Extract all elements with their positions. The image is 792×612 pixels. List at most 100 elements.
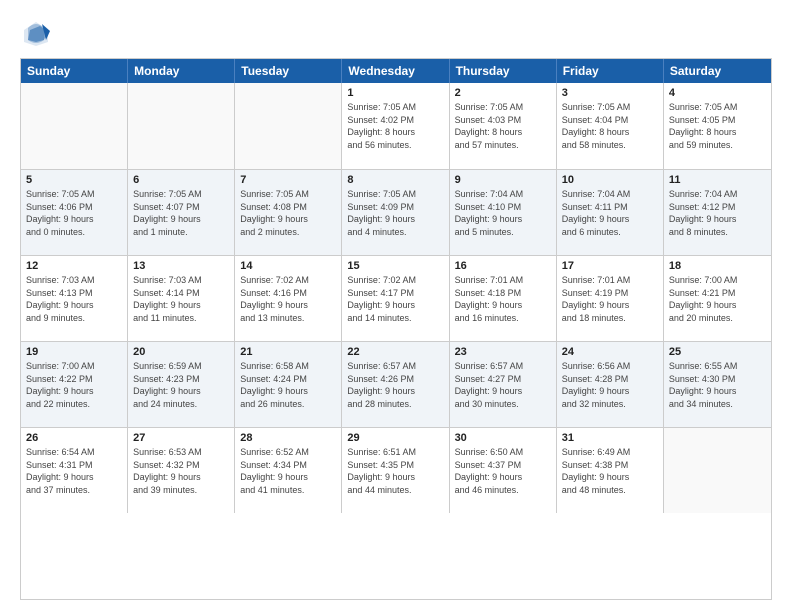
day-number: 3 <box>562 87 658 99</box>
day-number: 31 <box>562 432 658 444</box>
day-header-monday: Monday <box>128 59 235 83</box>
day-number: 8 <box>347 174 443 186</box>
day-cell-22: 22 Sunrise: 6:57 AM Sunset: 4:26 PM Dayli… <box>342 342 449 427</box>
day-header-friday: Friday <box>557 59 664 83</box>
day-cell-25: 25 Sunrise: 6:55 AM Sunset: 4:30 PM Dayli… <box>664 342 771 427</box>
day-cell-9: 9Sunrise: 7:04 AM Sunset: 4:10 PM Daylig… <box>450 170 557 255</box>
empty-cell-0-2 <box>235 83 342 169</box>
day-info: Sunrise: 7:04 AM Sunset: 4:11 PM Dayligh… <box>562 188 658 238</box>
day-info: Sunrise: 7:05 AM Sunset: 4:07 PM Dayligh… <box>133 188 229 238</box>
day-number: 19 <box>26 346 122 358</box>
day-info: Sunrise: 7:01 AM Sunset: 4:19 PM Dayligh… <box>562 274 658 324</box>
day-number: 15 <box>347 260 443 272</box>
day-number: 17 <box>562 260 658 272</box>
day-header-wednesday: Wednesday <box>342 59 449 83</box>
day-number: 4 <box>669 87 766 99</box>
day-info: Sunrise: 7:05 AM Sunset: 4:03 PM Dayligh… <box>455 101 551 151</box>
week-row-4: 26 Sunrise: 6:54 AM Sunset: 4:31 PM Dayli… <box>21 427 771 513</box>
day-info: Sunrise: 7:00 AM Sunset: 4:22 PM Dayligh… <box>26 360 122 410</box>
day-cell-23: 23 Sunrise: 6:57 AM Sunset: 4:27 PM Dayli… <box>450 342 557 427</box>
day-info: Sunrise: 7:05 AM Sunset: 4:06 PM Dayligh… <box>26 188 122 238</box>
day-number: 26 <box>26 432 122 444</box>
day-info: Sunrise: 7:05 AM Sunset: 4:08 PM Dayligh… <box>240 188 336 238</box>
day-info: Sunrise: 6:52 AM Sunset: 4:34 PM Dayligh… <box>240 446 336 496</box>
day-info: Sunrise: 7:02 AM Sunset: 4:17 PM Dayligh… <box>347 274 443 324</box>
day-number: 13 <box>133 260 229 272</box>
day-cell-14: 14 Sunrise: 7:02 AM Sunset: 4:16 PM Dayli… <box>235 256 342 341</box>
day-cell-8: 8 Sunrise: 7:05 AM Sunset: 4:09 PM Daylig… <box>342 170 449 255</box>
day-number: 14 <box>240 260 336 272</box>
day-cell-7: 7 Sunrise: 7:05 AM Sunset: 4:08 PM Daylig… <box>235 170 342 255</box>
day-info: Sunrise: 6:57 AM Sunset: 4:26 PM Dayligh… <box>347 360 443 410</box>
day-cell-12: 12Sunrise: 7:03 AM Sunset: 4:13 PM Dayli… <box>21 256 128 341</box>
day-cell-3: 3Sunrise: 7:05 AM Sunset: 4:04 PM Daylig… <box>557 83 664 169</box>
day-number: 21 <box>240 346 336 358</box>
day-number: 16 <box>455 260 551 272</box>
day-number: 23 <box>455 346 551 358</box>
day-cell-1: 1 Sunrise: 7:05 AM Sunset: 4:02 PM Daylig… <box>342 83 449 169</box>
day-cell-20: 20 Sunrise: 6:59 AM Sunset: 4:23 PM Dayli… <box>128 342 235 427</box>
day-cell-4: 4Sunrise: 7:05 AM Sunset: 4:05 PM Daylig… <box>664 83 771 169</box>
logo <box>20 18 58 50</box>
day-number: 6 <box>133 174 229 186</box>
day-cell-11: 11 Sunrise: 7:04 AM Sunset: 4:12 PM Dayli… <box>664 170 771 255</box>
day-number: 22 <box>347 346 443 358</box>
day-number: 25 <box>669 346 766 358</box>
day-info: Sunrise: 7:00 AM Sunset: 4:21 PM Dayligh… <box>669 274 766 324</box>
calendar-header: SundayMondayTuesdayWednesdayThursdayFrid… <box>21 59 771 83</box>
day-number: 9 <box>455 174 551 186</box>
empty-cell-0-0 <box>21 83 128 169</box>
day-info: Sunrise: 6:54 AM Sunset: 4:31 PM Dayligh… <box>26 446 122 496</box>
day-header-tuesday: Tuesday <box>235 59 342 83</box>
day-number: 28 <box>240 432 336 444</box>
day-number: 5 <box>26 174 122 186</box>
day-number: 29 <box>347 432 443 444</box>
day-number: 1 <box>347 87 443 99</box>
day-number: 10 <box>562 174 658 186</box>
header <box>20 18 772 50</box>
day-number: 2 <box>455 87 551 99</box>
day-number: 12 <box>26 260 122 272</box>
day-cell-28: 28 Sunrise: 6:52 AM Sunset: 4:34 PM Dayli… <box>235 428 342 513</box>
logo-icon <box>20 18 52 50</box>
week-row-1: 5 Sunrise: 7:05 AM Sunset: 4:06 PM Daylig… <box>21 169 771 255</box>
day-cell-6: 6 Sunrise: 7:05 AM Sunset: 4:07 PM Daylig… <box>128 170 235 255</box>
day-number: 11 <box>669 174 766 186</box>
day-info: Sunrise: 6:53 AM Sunset: 4:32 PM Dayligh… <box>133 446 229 496</box>
day-number: 24 <box>562 346 658 358</box>
day-header-saturday: Saturday <box>664 59 771 83</box>
page: SundayMondayTuesdayWednesdayThursdayFrid… <box>0 0 792 612</box>
day-number: 27 <box>133 432 229 444</box>
empty-cell-4-6 <box>664 428 771 513</box>
week-row-3: 19 Sunrise: 7:00 AM Sunset: 4:22 PM Dayli… <box>21 341 771 427</box>
day-info: Sunrise: 7:05 AM Sunset: 4:02 PM Dayligh… <box>347 101 443 151</box>
day-header-thursday: Thursday <box>450 59 557 83</box>
week-row-2: 12Sunrise: 7:03 AM Sunset: 4:13 PM Dayli… <box>21 255 771 341</box>
day-info: Sunrise: 6:58 AM Sunset: 4:24 PM Dayligh… <box>240 360 336 410</box>
day-cell-26: 26 Sunrise: 6:54 AM Sunset: 4:31 PM Dayli… <box>21 428 128 513</box>
day-number: 20 <box>133 346 229 358</box>
day-number: 7 <box>240 174 336 186</box>
day-info: Sunrise: 6:50 AM Sunset: 4:37 PM Dayligh… <box>455 446 551 496</box>
day-info: Sunrise: 6:51 AM Sunset: 4:35 PM Dayligh… <box>347 446 443 496</box>
day-cell-30: 30Sunrise: 6:50 AM Sunset: 4:37 PM Dayli… <box>450 428 557 513</box>
day-cell-15: 15 Sunrise: 7:02 AM Sunset: 4:17 PM Dayli… <box>342 256 449 341</box>
day-info: Sunrise: 6:59 AM Sunset: 4:23 PM Dayligh… <box>133 360 229 410</box>
day-cell-24: 24Sunrise: 6:56 AM Sunset: 4:28 PM Dayli… <box>557 342 664 427</box>
day-cell-18: 18Sunrise: 7:00 AM Sunset: 4:21 PM Dayli… <box>664 256 771 341</box>
day-info: Sunrise: 6:57 AM Sunset: 4:27 PM Dayligh… <box>455 360 551 410</box>
week-row-0: 1 Sunrise: 7:05 AM Sunset: 4:02 PM Daylig… <box>21 83 771 169</box>
day-info: Sunrise: 7:05 AM Sunset: 4:09 PM Dayligh… <box>347 188 443 238</box>
day-info: Sunrise: 6:55 AM Sunset: 4:30 PM Dayligh… <box>669 360 766 410</box>
calendar: SundayMondayTuesdayWednesdayThursdayFrid… <box>20 58 772 600</box>
day-cell-19: 19 Sunrise: 7:00 AM Sunset: 4:22 PM Dayli… <box>21 342 128 427</box>
day-info: Sunrise: 7:01 AM Sunset: 4:18 PM Dayligh… <box>455 274 551 324</box>
day-info: Sunrise: 7:02 AM Sunset: 4:16 PM Dayligh… <box>240 274 336 324</box>
day-cell-21: 21 Sunrise: 6:58 AM Sunset: 4:24 PM Dayli… <box>235 342 342 427</box>
calendar-body: 1 Sunrise: 7:05 AM Sunset: 4:02 PM Daylig… <box>21 83 771 599</box>
day-info: Sunrise: 6:49 AM Sunset: 4:38 PM Dayligh… <box>562 446 658 496</box>
day-header-sunday: Sunday <box>21 59 128 83</box>
day-info: Sunrise: 7:04 AM Sunset: 4:12 PM Dayligh… <box>669 188 766 238</box>
day-info: Sunrise: 7:03 AM Sunset: 4:14 PM Dayligh… <box>133 274 229 324</box>
day-cell-10: 10 Sunrise: 7:04 AM Sunset: 4:11 PM Dayli… <box>557 170 664 255</box>
